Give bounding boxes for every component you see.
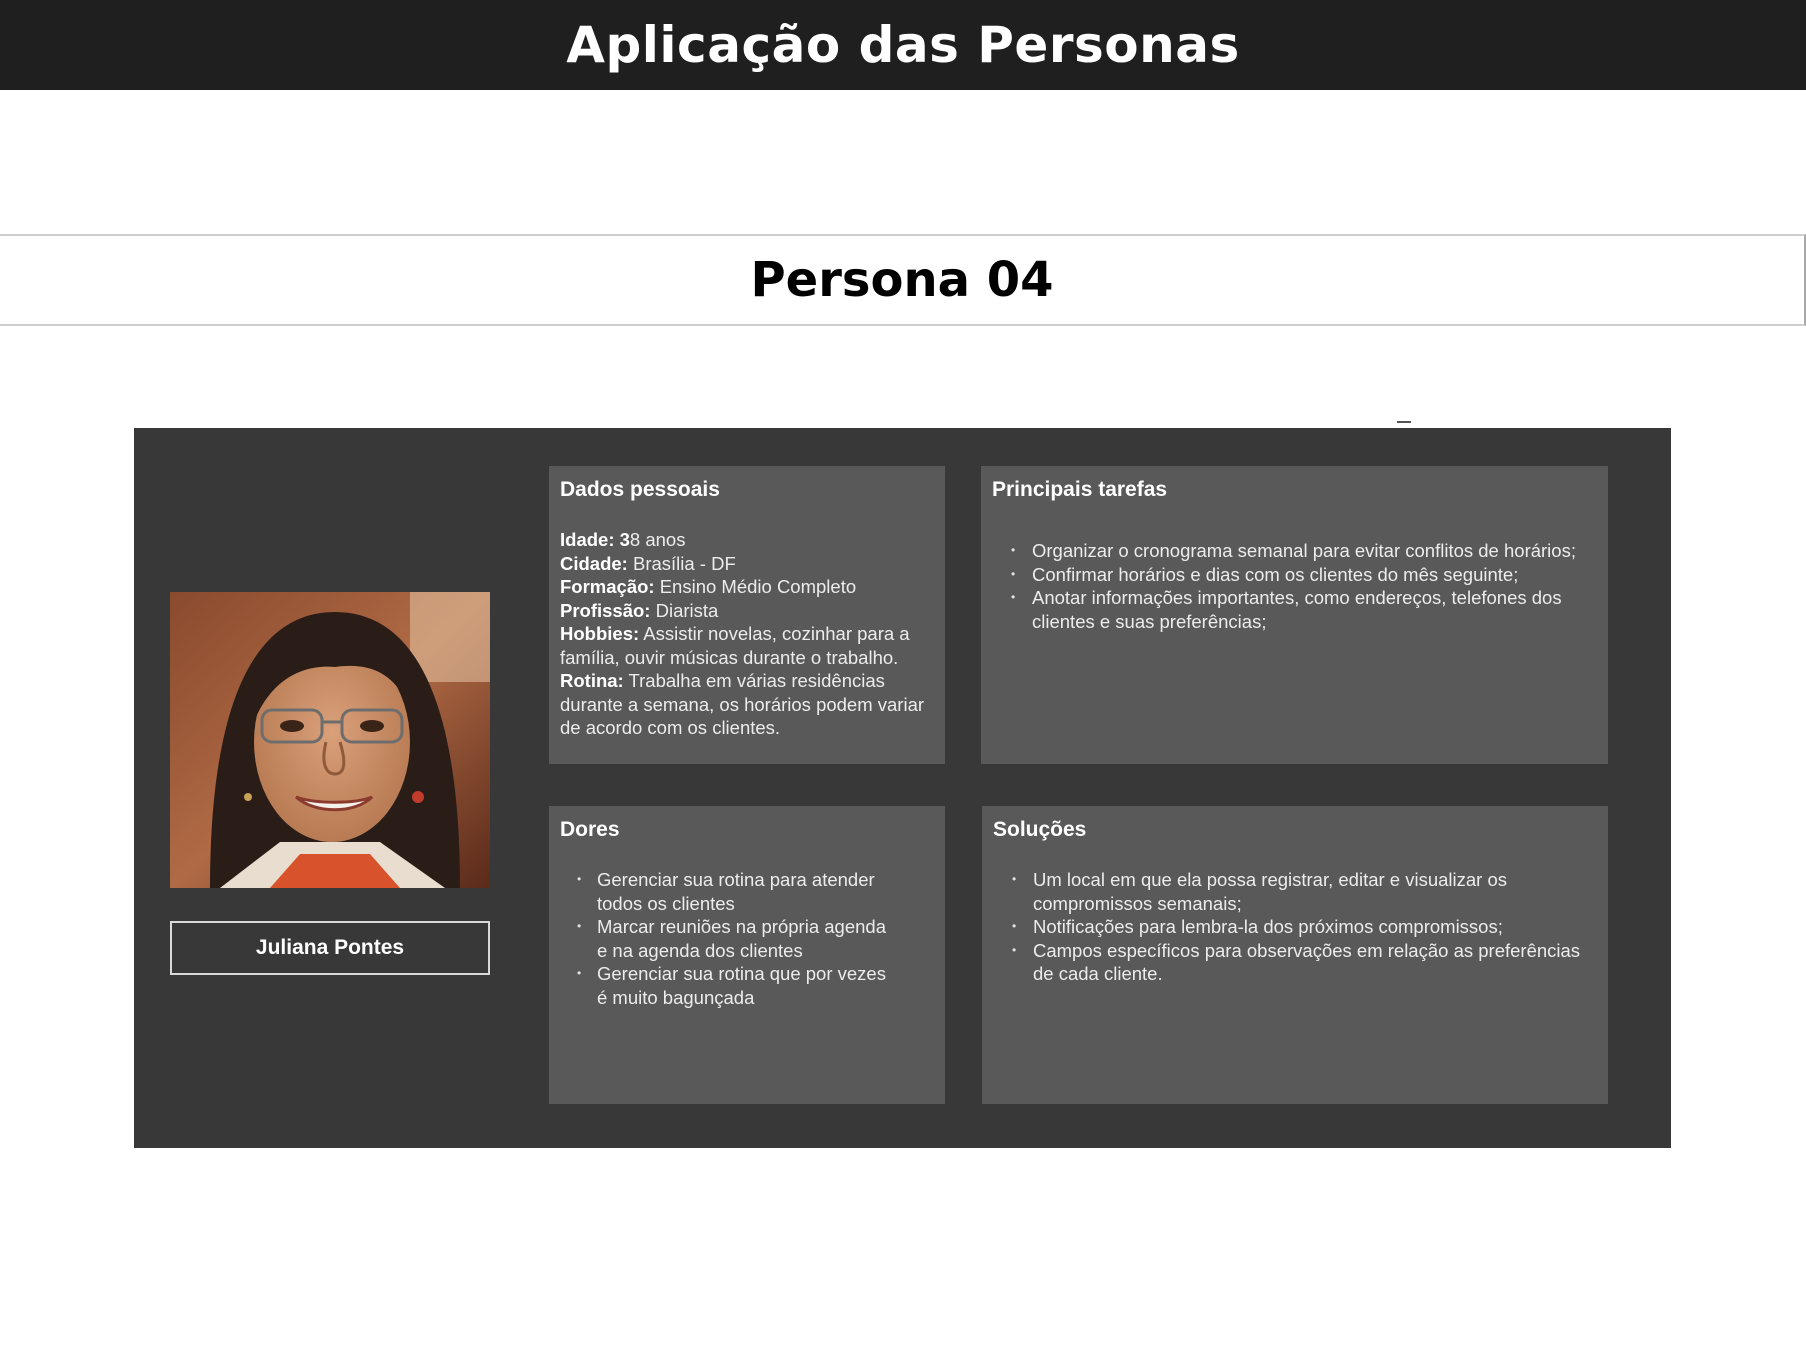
page-title: Aplicação das Personas [566,16,1240,74]
field-age: Idade: 38 anos [560,528,933,552]
field-value: Diarista [650,599,719,621]
list-item: Confirmar horários e dias com os cliente… [992,563,1596,587]
list-item: Marcar reuniões na própria agenda e na a… [560,915,893,962]
field-label: Rotina: [560,670,624,691]
persona-name: Juliana Pontes [255,936,405,959]
field-city: Cidade: Brasília - DF [560,552,933,576]
persona-photo [170,592,490,888]
field-value: Brasília - DF [627,552,736,574]
list-item: Anotar informações importantes, como end… [992,586,1596,633]
panel-title: Principais tarefas [992,478,1168,501]
pains-list: Gerenciar sua rotina para atender todos … [560,868,933,1009]
panel-solutions: Soluções Um local em que ela possa regis… [982,806,1608,1104]
field-education: Formação: Ensino Médio Completo [560,575,933,599]
panel-title: Soluções [993,818,1087,841]
field-value: Ensino Médio Completo [654,576,857,597]
panel-main-tasks: Principais tarefas Organizar o cronogram… [981,466,1608,764]
solutions-list: Um local em que ela possa registrar, edi… [993,868,1596,986]
list-item: Organizar o cronograma semanal para evit… [992,539,1596,563]
panel-pains: Dores Gerenciar sua rotina para atender … [549,806,945,1104]
tasks-list: Organizar o cronograma semanal para evit… [992,539,1596,633]
portrait-image [170,592,490,888]
field-value-prefix: 3 [614,529,630,550]
persona-name-box: Juliana Pontes [170,921,490,975]
field-label: Idade: [560,529,615,550]
field-label: Formação: [560,576,655,597]
personal-data-list: Idade: 38 anos Cidade: Brasília - DF For… [560,528,933,740]
divider-mark [1397,421,1411,423]
field-profession: Profissão: Diarista [560,599,933,623]
field-routine: Rotina: Trabalha em várias residências d… [560,669,933,740]
field-hobbies: Hobbies: Assistir novelas, cozinhar para… [560,622,933,669]
list-item: Gerenciar sua rotina que por vezes é mui… [560,962,893,1009]
field-value: 8 anos [629,529,686,550]
field-label: Profissão: [560,599,651,621]
top-title-bar: Aplicação das Personas [0,0,1806,90]
persona-heading-band: Persona 04 [0,234,1806,326]
list-item: Gerenciar sua rotina para atender todos … [560,868,893,915]
list-item: Um local em que ela possa registrar, edi… [993,868,1596,915]
panel-title: Dados pessoais [560,478,720,501]
list-item: Notificações para lembra-la dos próximos… [993,915,1596,939]
panel-personal-data: Dados pessoais Idade: 38 anos Cidade: Br… [549,466,945,764]
list-item: Campos específicos para observações em r… [993,939,1596,986]
panel-title: Dores [560,818,620,841]
persona-card: Juliana Pontes Dados pessoais Idade: 38 … [134,428,1671,1148]
field-label: Cidade: [560,552,628,574]
field-label: Hobbies: [560,623,640,644]
persona-heading: Persona 04 [750,252,1054,308]
